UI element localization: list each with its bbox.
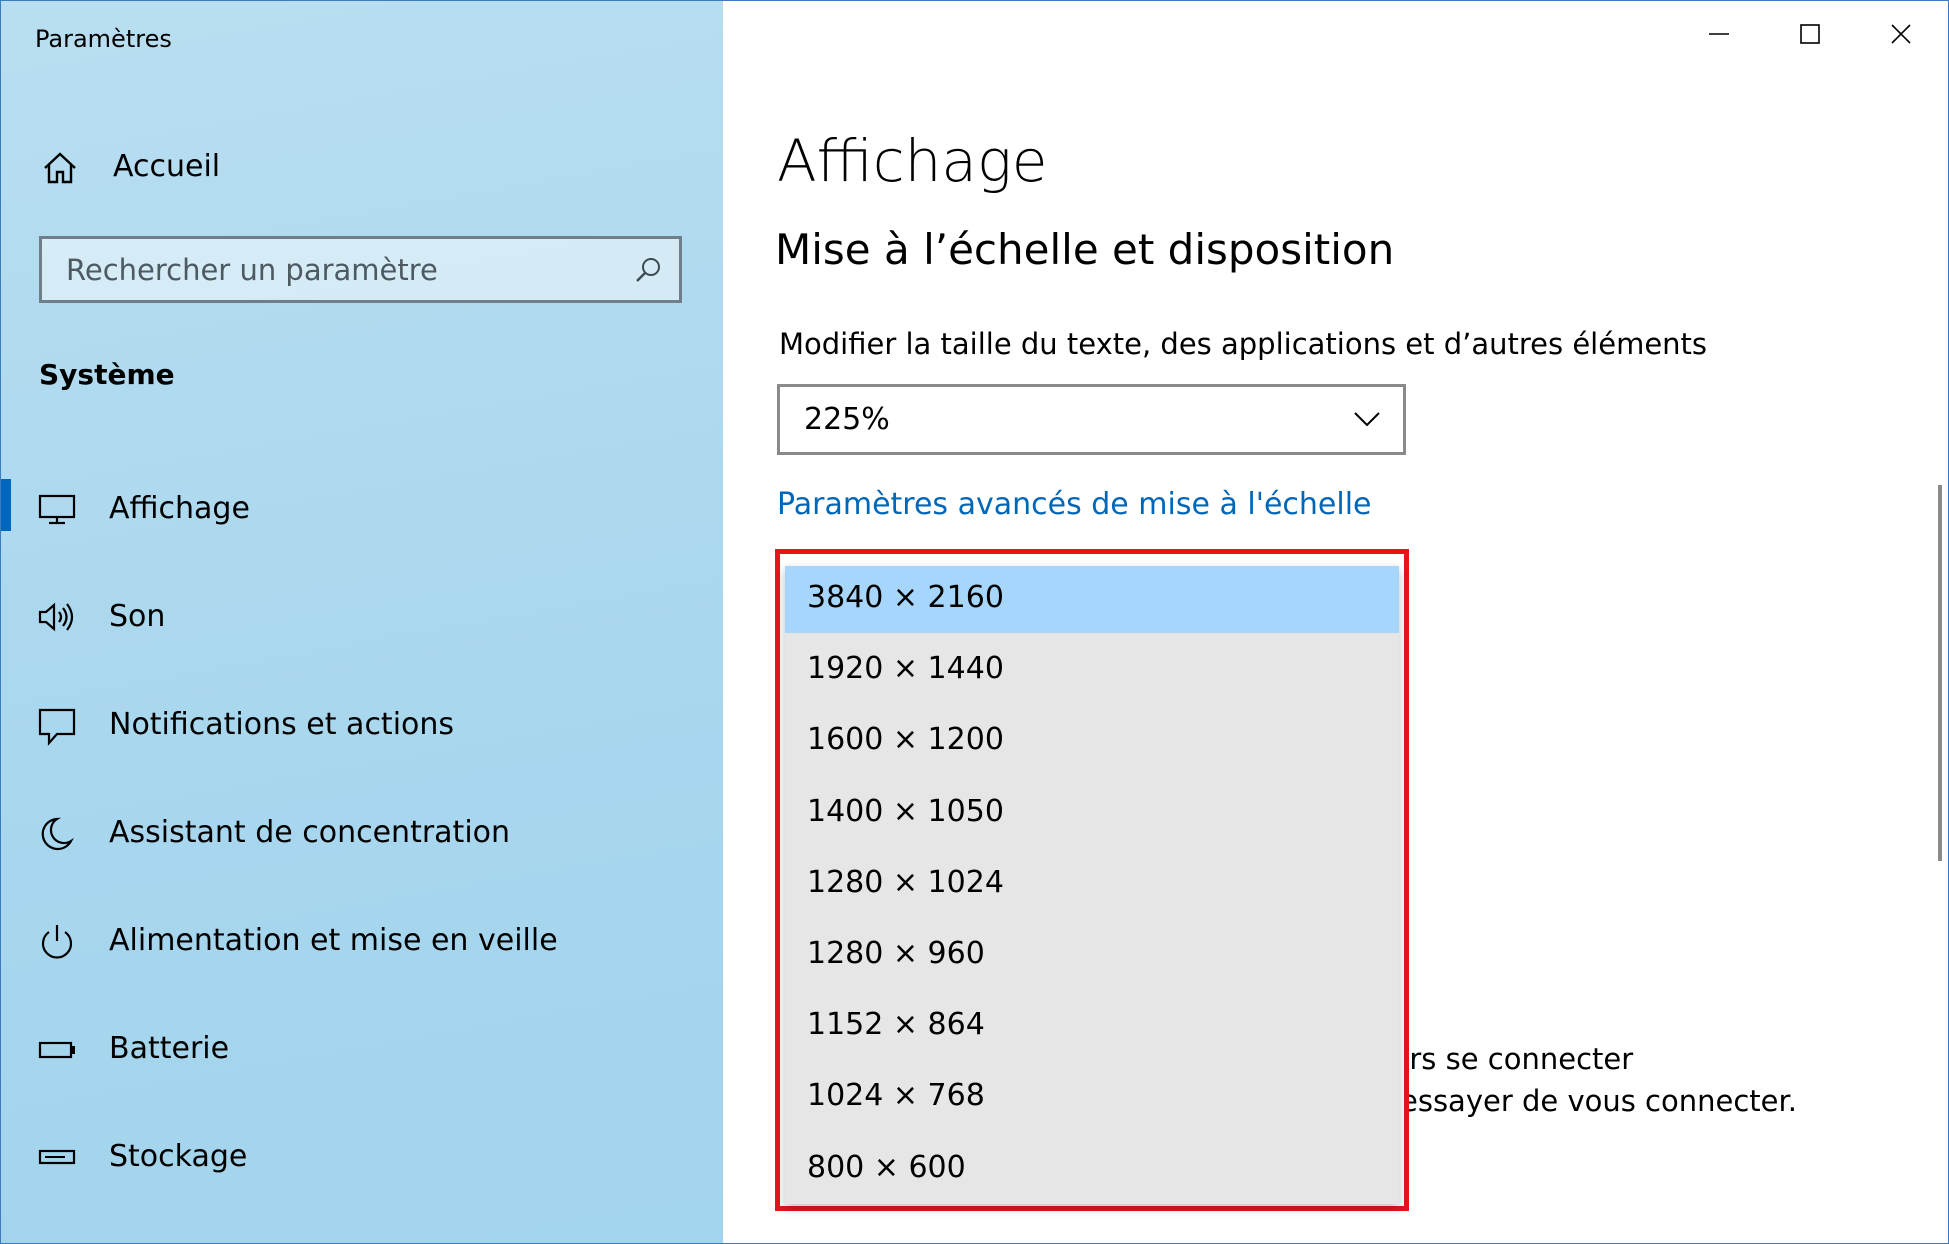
- sidebar-item-stockage[interactable]: Stockage: [1, 1123, 723, 1193]
- scale-dropdown-value: 225%: [804, 402, 890, 437]
- sidebar-item-label: Son: [109, 599, 166, 634]
- page-title: Affichage: [777, 127, 1048, 195]
- sidebar-item-label: Alimentation et mise en veille: [109, 923, 558, 958]
- resolution-option[interactable]: 1920 × 1440: [785, 637, 1399, 704]
- sidebar-item-label: Affichage: [109, 491, 250, 526]
- resolution-option[interactable]: 800 × 600: [785, 1136, 1399, 1203]
- minimize-button[interactable]: [1683, 9, 1755, 59]
- resolution-option[interactable]: 1280 × 960: [785, 922, 1399, 989]
- resolution-option[interactable]: 1280 × 1024: [785, 851, 1399, 918]
- sidebar-item-son[interactable]: Son: [1, 583, 723, 653]
- resolution-option[interactable]: 1024 × 768: [785, 1064, 1399, 1131]
- sidebar-item-home[interactable]: Accueil: [1, 141, 723, 197]
- search-input[interactable]: [64, 247, 628, 293]
- resolution-option-label: 1600 × 1200: [807, 722, 1004, 758]
- resolution-option-label: 1400 × 1050: [807, 793, 1004, 829]
- sidebar-item-label: Notifications et actions: [109, 707, 455, 742]
- sidebar-item-batterie[interactable]: Batterie: [1, 1015, 723, 1085]
- notification-icon: [37, 707, 77, 746]
- sidebar-item-alimentation[interactable]: Alimentation et mise en veille: [1, 907, 723, 977]
- sidebar-item-label: Accueil: [113, 149, 221, 184]
- storage-icon: [37, 1139, 77, 1175]
- resolution-option[interactable]: 1152 × 864: [785, 993, 1399, 1060]
- resolution-option-label: 1024 × 768: [807, 1078, 985, 1114]
- sidebar-item-label: Assistant de concentration: [109, 815, 511, 850]
- maximize-button[interactable]: [1774, 9, 1846, 59]
- partial-text-line-2: essayer de vous connecter.: [1400, 1084, 1797, 1118]
- close-icon: [1891, 24, 1911, 44]
- resolution-option-label: 1920 × 1440: [807, 651, 1004, 687]
- advanced-scaling-link[interactable]: Paramètres avancés de mise à l'échelle: [777, 487, 1372, 522]
- scale-dropdown[interactable]: 225%: [777, 384, 1406, 455]
- scale-setting-label: Modifier la taille du texte, des applica…: [779, 327, 1708, 361]
- resolution-option-label: 1280 × 1024: [807, 864, 1004, 900]
- resolution-options: 3840 × 2160 1920 × 1440 1600 × 1200 1400 × …: [785, 566, 1399, 1204]
- resolution-option-label: 3840 × 2160: [807, 580, 1004, 615]
- resolution-option-label: 1280 × 960: [807, 936, 985, 971]
- minimize-icon: [1709, 33, 1729, 35]
- resolution-option[interactable]: 1600 × 1200: [785, 708, 1399, 775]
- sidebar-item-affichage[interactable]: Affichage: [1, 475, 723, 545]
- partial-text-line-1: urs se connecter: [1391, 1042, 1634, 1076]
- settings-window: Paramètres Accueil Système: [0, 0, 1949, 1244]
- maximize-icon: [1800, 24, 1820, 44]
- home-icon: [41, 149, 79, 187]
- close-button[interactable]: [1865, 9, 1937, 59]
- app-title: Paramètres: [35, 25, 172, 53]
- resolution-option[interactable]: 3840 × 2160: [785, 566, 1399, 633]
- battery-icon: [37, 1031, 77, 1067]
- resolution-dropdown-list: 3840 × 2160 1920 × 1440 1600 × 1200 1400 × …: [775, 549, 1409, 1211]
- sidebar-item-concentration[interactable]: Assistant de concentration: [1, 799, 723, 869]
- sidebar-item-label: Stockage: [109, 1139, 248, 1174]
- search-box[interactable]: [39, 236, 682, 303]
- sidebar-item-notifications[interactable]: Notifications et actions: [1, 691, 723, 761]
- sidebar-section-title: Système: [39, 358, 175, 391]
- power-icon: [37, 923, 77, 959]
- monitor-icon: [37, 491, 77, 527]
- moon-icon: [37, 815, 77, 851]
- resolution-option-label: 800 × 600: [807, 1149, 966, 1185]
- resolution-option[interactable]: 1400 × 1050: [785, 780, 1399, 847]
- speaker-icon: [37, 599, 77, 635]
- sidebar-item-label: Batterie: [109, 1031, 230, 1066]
- scrollbar[interactable]: [1938, 485, 1942, 861]
- resolution-option-label: 1152 × 864: [807, 1007, 985, 1043]
- section-title: Mise à l’échelle et disposition: [775, 225, 1395, 274]
- sidebar: Paramètres Accueil Système: [1, 1, 723, 1243]
- active-indicator: [1, 479, 11, 531]
- chevron-down-icon: [1351, 407, 1383, 431]
- search-icon[interactable]: [633, 255, 663, 285]
